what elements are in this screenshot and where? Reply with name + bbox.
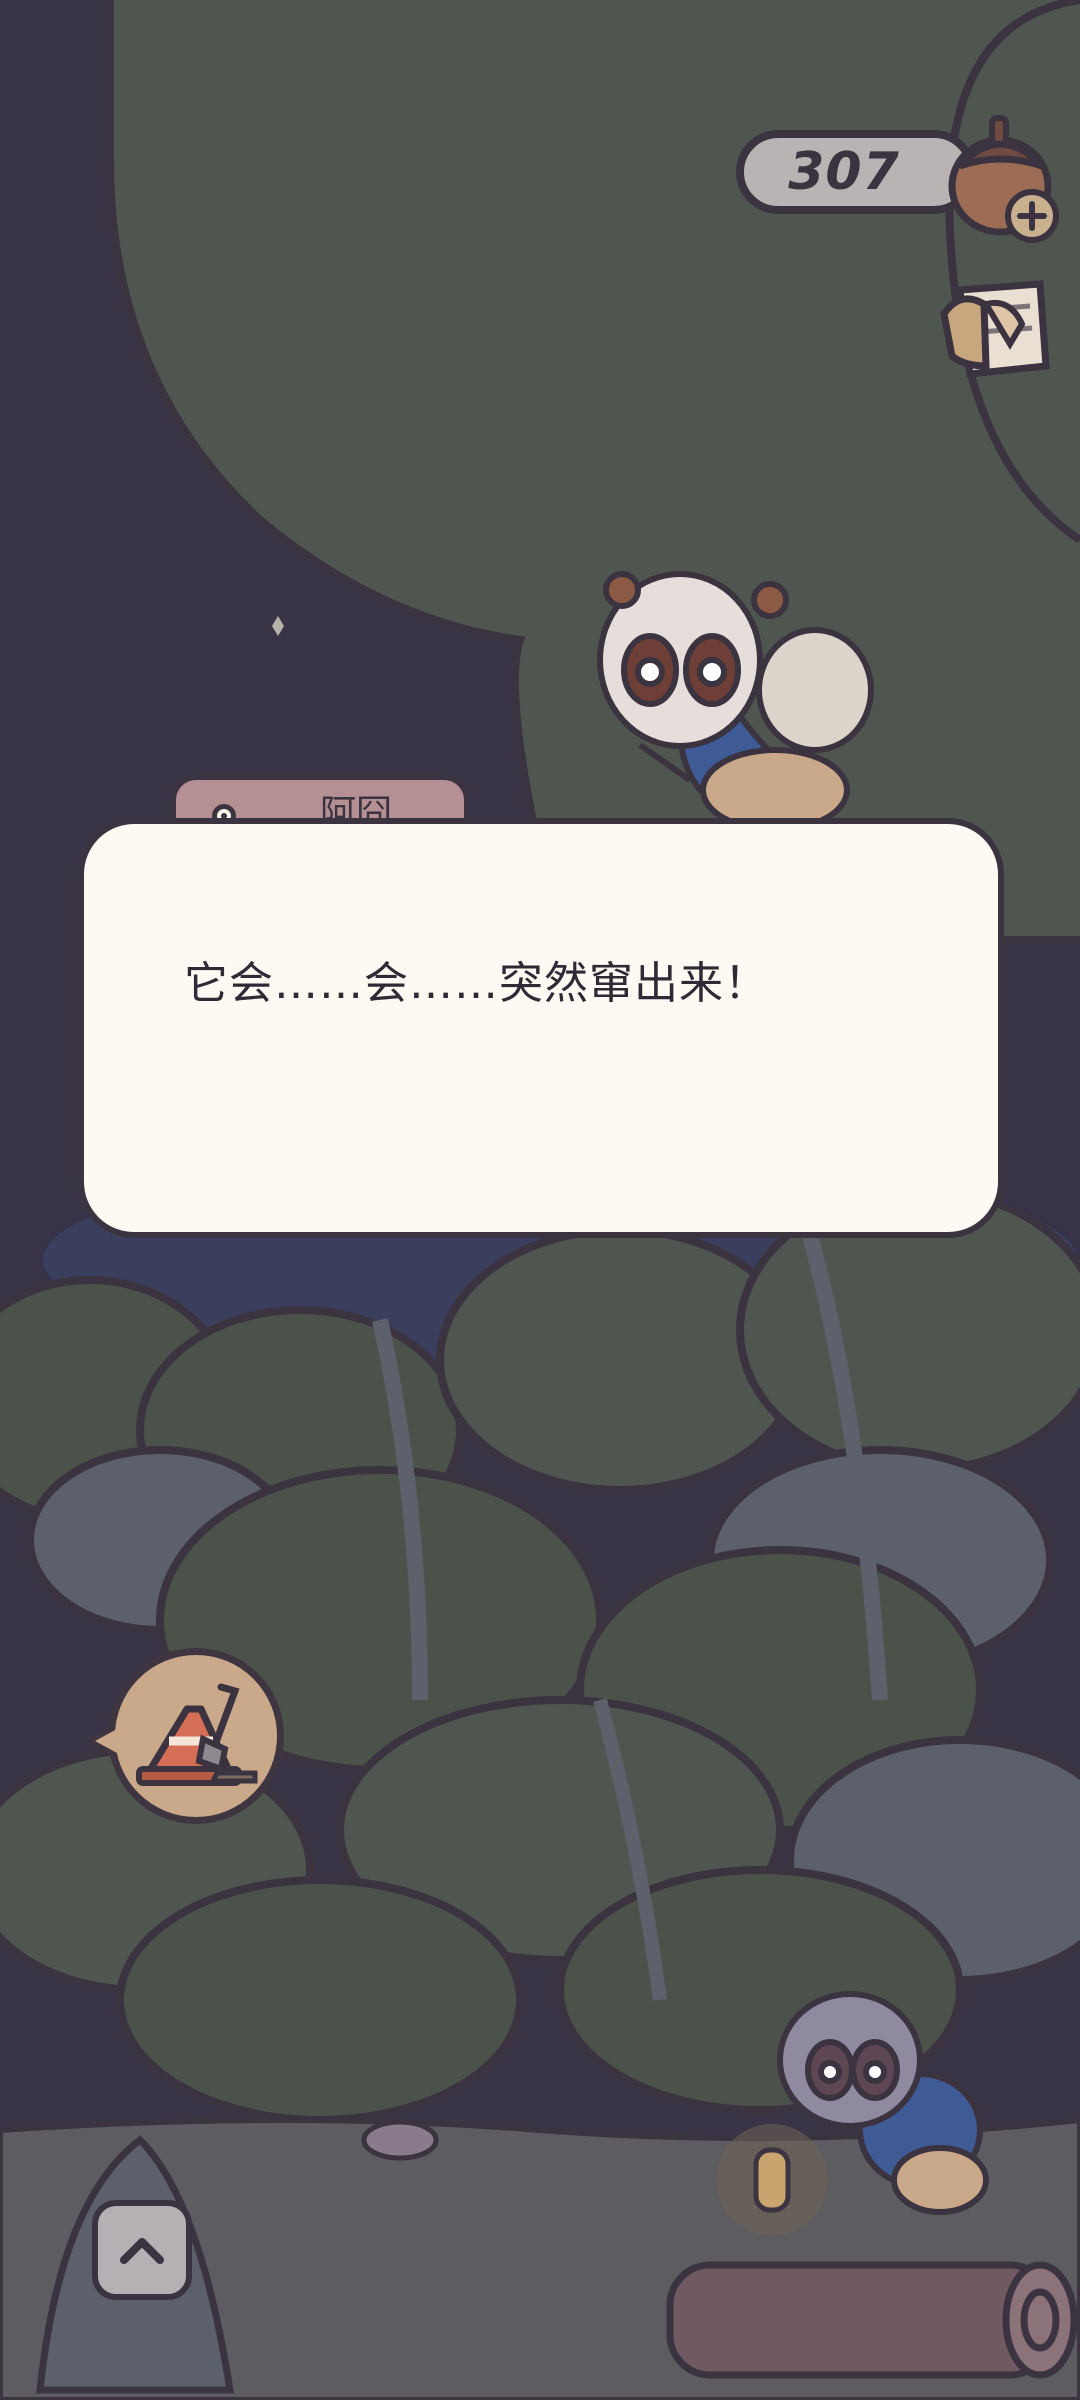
acorn-plus-icon[interactable] [940,112,1062,244]
dialog-text: 它会……会……突然窜出来！ [184,958,769,1009]
lantern [753,2147,791,2213]
traffic-cone-shovel-icon [136,1683,258,1786]
expand-menu-button[interactable] [92,2200,192,2300]
notebook-icon[interactable] [930,270,1060,390]
chevron-up-icon [120,2238,164,2264]
dig-action-button[interactable] [85,1648,284,1824]
dialog-box[interactable]: 它会……会……突然窜出来！ [78,818,1004,1238]
currency-value: 307 [788,142,900,202]
log [666,2261,1078,2379]
